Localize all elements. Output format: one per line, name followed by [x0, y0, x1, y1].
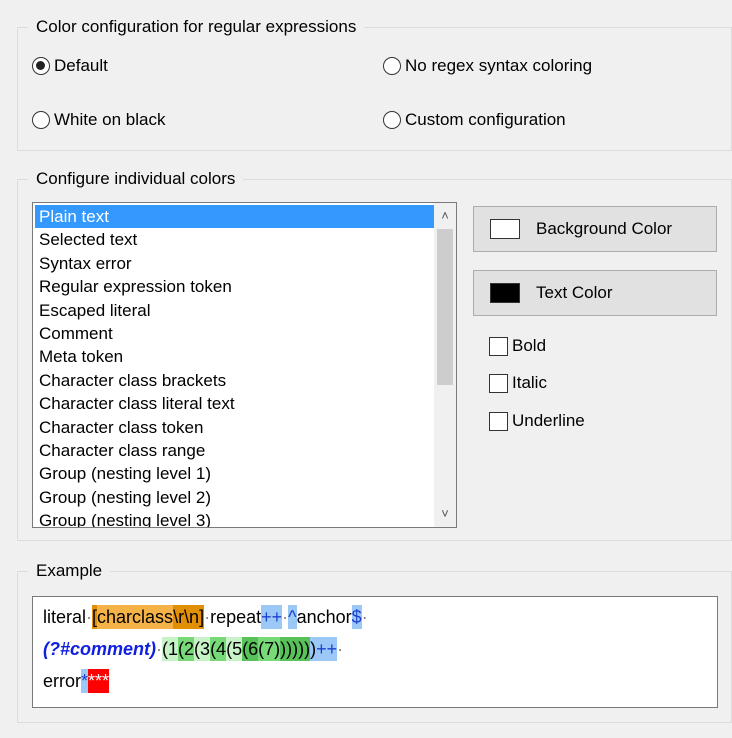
example-line-3: error**** [43, 669, 110, 693]
repeat-text: repeat [210, 607, 262, 627]
underline-checkbox[interactable]: Underline [489, 411, 585, 431]
charclass-escape: \r\n [173, 605, 200, 629]
charclass-text: charclass [97, 605, 174, 629]
example-legend: Example [28, 560, 111, 582]
background-swatch-icon [490, 219, 520, 239]
example-line-1: literal·[charclass\r\n]·repeat++·^anchor… [43, 605, 368, 629]
anchor-text: anchor [296, 607, 352, 627]
example-line-2: (?#comment)·(1(2(3(4(5(6(7)))))))++· [43, 637, 343, 661]
group-closes: ))))) [280, 637, 311, 661]
underline-checkbox-box [489, 411, 508, 431]
dollar-token: $ [351, 605, 362, 629]
background-color-button[interactable]: Background Color [473, 206, 717, 252]
scroll-thumb[interactable] [437, 229, 453, 385]
radio-default-label: Default [54, 56, 108, 75]
text-color-label: Text Color [536, 283, 613, 302]
radio-default-indicator [32, 57, 50, 75]
group-3-open: (3 [194, 637, 211, 661]
list-item[interactable]: Plain text [35, 205, 434, 229]
eol-marker: · [337, 639, 344, 659]
list-item[interactable]: Regular expression token [35, 275, 434, 298]
radio-custom-label: Custom configuration [405, 110, 566, 129]
list-item[interactable]: Group (nesting level 2) [35, 486, 434, 509]
text-swatch-icon [490, 283, 520, 303]
italic-label: Italic [512, 373, 547, 392]
radio-white-on-black-label: White on black [54, 110, 166, 129]
list-item[interactable]: Character class brackets [35, 369, 434, 392]
comment-token: (?#comment) [43, 639, 157, 659]
individual-colors-legend: Configure individual colors [28, 168, 244, 190]
text-color-button[interactable]: Text Color [473, 270, 717, 316]
background-color-label: Background Color [536, 219, 673, 238]
radio-white-on-black-indicator [32, 111, 50, 129]
group-2-open: (2 [178, 637, 195, 661]
example-preview: literal·[charclass\r\n]·repeat++·^anchor… [32, 596, 718, 708]
bold-checkbox-box [489, 336, 508, 356]
list-item[interactable]: Meta token [35, 345, 434, 368]
list-item[interactable]: Syntax error [35, 252, 434, 275]
list-item[interactable]: Character class range [35, 439, 434, 462]
error-text: error [43, 671, 82, 691]
scroll-up-icon[interactable]: ˄ [434, 205, 456, 227]
radio-custom-configuration[interactable]: Custom configuration [383, 110, 566, 130]
caret-token: ^ [288, 605, 297, 629]
radio-white-on-black[interactable]: White on black [32, 110, 166, 130]
scroll-down-icon[interactable]: ˅ [434, 503, 456, 525]
eol-marker: · [361, 607, 368, 627]
radio-no-regex-label: No regex syntax coloring [405, 56, 593, 75]
italic-checkbox-box [489, 373, 508, 393]
list-item[interactable]: Comment [35, 322, 434, 345]
list-item[interactable]: Escaped literal [35, 299, 434, 322]
underline-label: Underline [512, 411, 585, 430]
group-4-open: (4 [210, 637, 227, 661]
group-5-open: (5 [226, 637, 243, 661]
quantifier-token: ++ [316, 637, 338, 661]
list-scrollbar[interactable]: ˄ ˅ [434, 203, 456, 527]
bold-label: Bold [512, 336, 547, 355]
group-6-open: (6 [242, 637, 259, 661]
color-config-group: Color configuration for regular expressi… [17, 16, 732, 151]
literal-text: literal [43, 607, 87, 627]
list-item[interactable]: Group (nesting level 3) [35, 509, 434, 527]
color-config-legend: Color configuration for regular expressi… [28, 16, 365, 38]
radio-custom-indicator [383, 111, 401, 129]
quantifier-token: ++ [261, 605, 283, 629]
list-item[interactable]: Character class literal text [35, 392, 434, 415]
group-7: (7) [258, 637, 281, 661]
color-item-list: Plain text Selected text Syntax error Re… [35, 205, 434, 527]
star-token: * [81, 669, 89, 693]
list-item[interactable]: Group (nesting level 1) [35, 462, 434, 485]
radio-no-regex-coloring[interactable]: No regex syntax coloring [383, 56, 592, 76]
color-item-listbox[interactable]: Plain text Selected text Syntax error Re… [32, 202, 457, 528]
list-item[interactable]: Character class token [35, 416, 434, 439]
radio-default[interactable]: Default [32, 56, 108, 76]
group-1-open: (1 [162, 637, 179, 661]
list-item[interactable]: Selected text [35, 228, 434, 251]
italic-checkbox[interactable]: Italic [489, 373, 547, 393]
bold-checkbox[interactable]: Bold [489, 336, 546, 356]
radio-no-regex-indicator [383, 57, 401, 75]
syntax-error-token: *** [88, 669, 110, 693]
